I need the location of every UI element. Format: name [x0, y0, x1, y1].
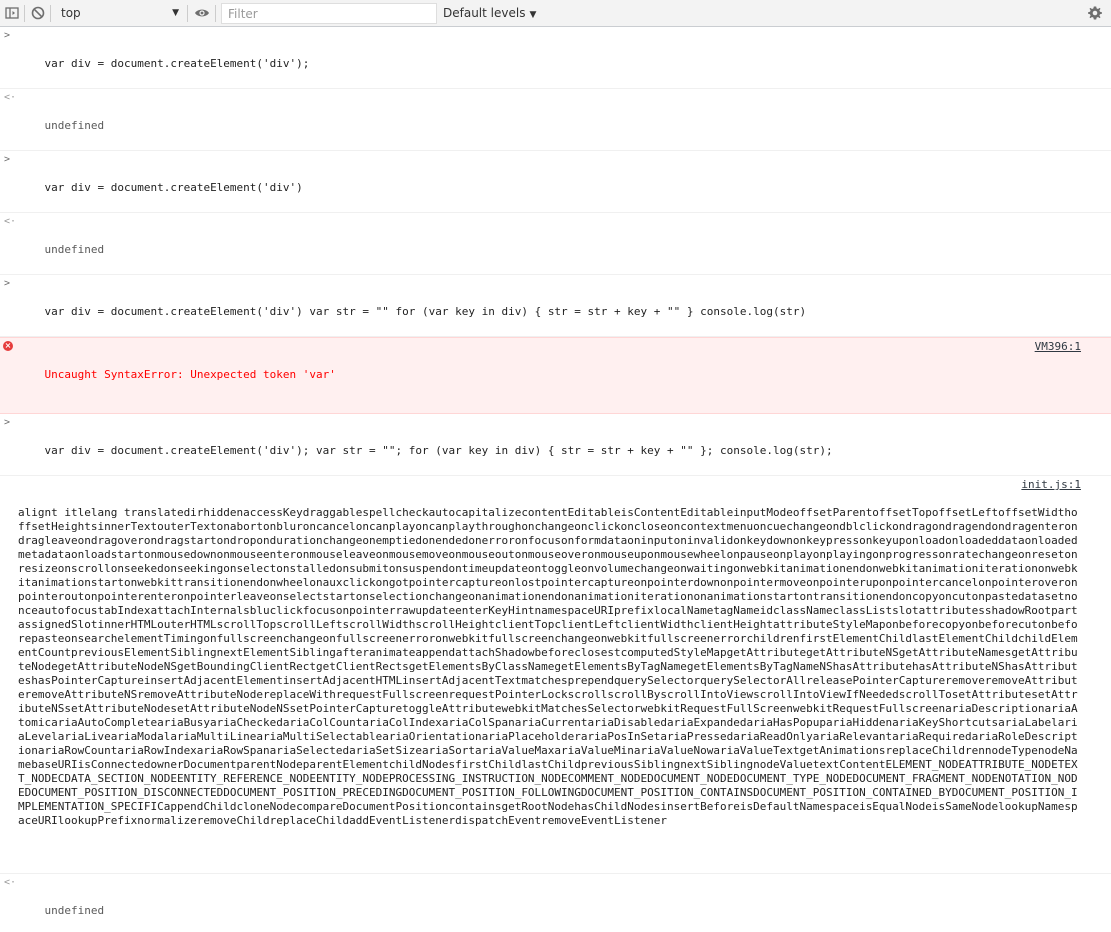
log-output-text: alignt itlelang translatedirhiddenaccess…	[18, 506, 1078, 827]
result-value: undefined	[44, 119, 105, 132]
toolbar-divider	[50, 5, 51, 22]
input-prompt-icon: >	[4, 30, 11, 41]
context-selector[interactable]: top ▼	[53, 3, 181, 24]
result-arrow-icon: <·	[4, 877, 17, 888]
clear-console-icon[interactable]	[30, 5, 46, 21]
result-value: undefined	[44, 243, 105, 256]
context-value: top	[61, 6, 81, 20]
console-input-line[interactable]: > var div = document.createElement('div'…	[0, 151, 1111, 213]
toolbar-divider	[215, 5, 216, 22]
input-prompt-icon: >	[4, 417, 11, 428]
sidebar-toggle-icon[interactable]	[4, 5, 20, 21]
command-text: var div = document.createElement('div')	[44, 181, 303, 194]
chevron-down-icon: ▼	[172, 8, 179, 18]
gear-icon[interactable]	[1087, 5, 1103, 21]
console-input-line[interactable]: > var div = document.createElement('div'…	[0, 27, 1111, 89]
error-icon: ×	[3, 341, 13, 351]
command-text: var div = document.createElement('div');…	[44, 444, 833, 457]
result-arrow-icon: <·	[4, 216, 17, 227]
console-error-line: × Uncaught SyntaxError: Unexpected token…	[0, 337, 1111, 414]
log-levels-dropdown[interactable]: Default levels ▼	[443, 3, 536, 24]
result-arrow-icon: <·	[4, 92, 17, 103]
console-input-line[interactable]: > var div = document.createElement('div'…	[0, 275, 1111, 337]
console-toolbar: top ▼ Default levels▼	[0, 0, 1111, 27]
command-text: var div = document.createElement('div');	[44, 57, 310, 70]
toolbar-divider	[24, 5, 25, 22]
toolbar-divider	[187, 5, 188, 22]
input-prompt-icon: >	[4, 154, 11, 165]
console-log-line: alignt itlelang translatedirhiddenaccess…	[0, 476, 1111, 874]
chevron-down-icon: ▼	[529, 10, 537, 20]
console-result-line: <· undefined	[0, 213, 1111, 275]
console-result-line: <· undefined	[0, 874, 1111, 932]
input-prompt-icon: >	[4, 278, 11, 289]
error-message: Uncaught SyntaxError: Unexpected token '…	[44, 368, 336, 381]
log-levels-label: Default levels	[443, 6, 526, 20]
console-result-line: <· undefined	[0, 89, 1111, 151]
eye-icon[interactable]	[194, 5, 210, 21]
result-value: undefined	[44, 904, 105, 917]
error-source-link[interactable]: VM396:1	[1035, 340, 1081, 354]
log-source-link[interactable]: init.js:1	[1017, 478, 1081, 492]
command-text: var div = document.createElement('div') …	[44, 305, 807, 318]
console-input-line[interactable]: > var div = document.createElement('div'…	[0, 414, 1111, 476]
console-messages: > var div = document.createElement('div'…	[0, 27, 1111, 932]
filter-input[interactable]	[221, 3, 437, 24]
